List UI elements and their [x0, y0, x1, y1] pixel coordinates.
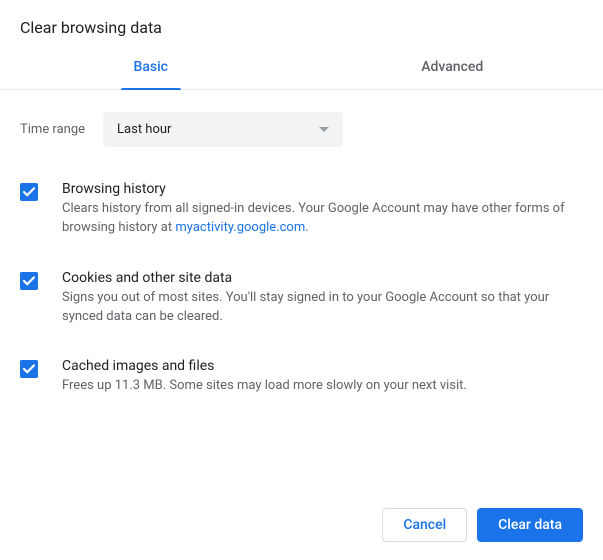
clear-browsing-data-dialog: Clear browsing data Basic Advanced Time … [0, 0, 603, 560]
option-cookies: Cookies and other site data Signs you ou… [20, 254, 583, 343]
time-range-label: Time range [20, 122, 85, 137]
option-desc: Clears history from all signed-in device… [62, 200, 583, 238]
clear-data-button[interactable]: Clear data [477, 508, 583, 542]
tab-advanced-label: Advanced [421, 59, 483, 75]
time-range-value: Last hour [117, 122, 171, 137]
check-icon [22, 274, 36, 288]
tab-bar: Basic Advanced [0, 51, 603, 90]
option-title: Cookies and other site data [62, 270, 583, 286]
option-text: Cached images and files Frees up 11.3 MB… [62, 358, 583, 396]
desc-post: . [305, 220, 308, 235]
option-title: Browsing history [62, 181, 583, 197]
cancel-button[interactable]: Cancel [382, 508, 467, 542]
option-desc: Frees up 11.3 MB. Some sites may load mo… [62, 377, 583, 396]
dialog-footer: Cancel Clear data [0, 492, 603, 560]
check-icon [22, 185, 36, 199]
option-text: Browsing history Clears history from all… [62, 181, 583, 238]
chevron-down-icon [319, 122, 329, 137]
desc-pre: Clears history from all signed-in device… [62, 201, 565, 235]
options-list: Browsing history Clears history from all… [0, 165, 603, 412]
time-range-dropdown[interactable]: Last hour [103, 112, 343, 147]
time-range-row: Time range Last hour [0, 90, 603, 165]
option-title: Cached images and files [62, 358, 583, 374]
tab-basic[interactable]: Basic [0, 51, 302, 89]
check-icon [22, 362, 36, 376]
tab-advanced[interactable]: Advanced [302, 51, 603, 89]
dialog-title: Clear browsing data [0, 0, 603, 51]
option-desc: Signs you out of most sites. You'll stay… [62, 289, 583, 327]
option-cache: Cached images and files Frees up 11.3 MB… [20, 342, 583, 412]
myactivity-link[interactable]: myactivity.google.com [175, 220, 305, 235]
checkbox-cache[interactable] [20, 360, 38, 378]
option-browsing-history: Browsing history Clears history from all… [20, 165, 583, 254]
checkbox-cookies[interactable] [20, 272, 38, 290]
checkbox-browsing-history[interactable] [20, 183, 38, 201]
tab-basic-label: Basic [134, 59, 168, 75]
option-text: Cookies and other site data Signs you ou… [62, 270, 583, 327]
